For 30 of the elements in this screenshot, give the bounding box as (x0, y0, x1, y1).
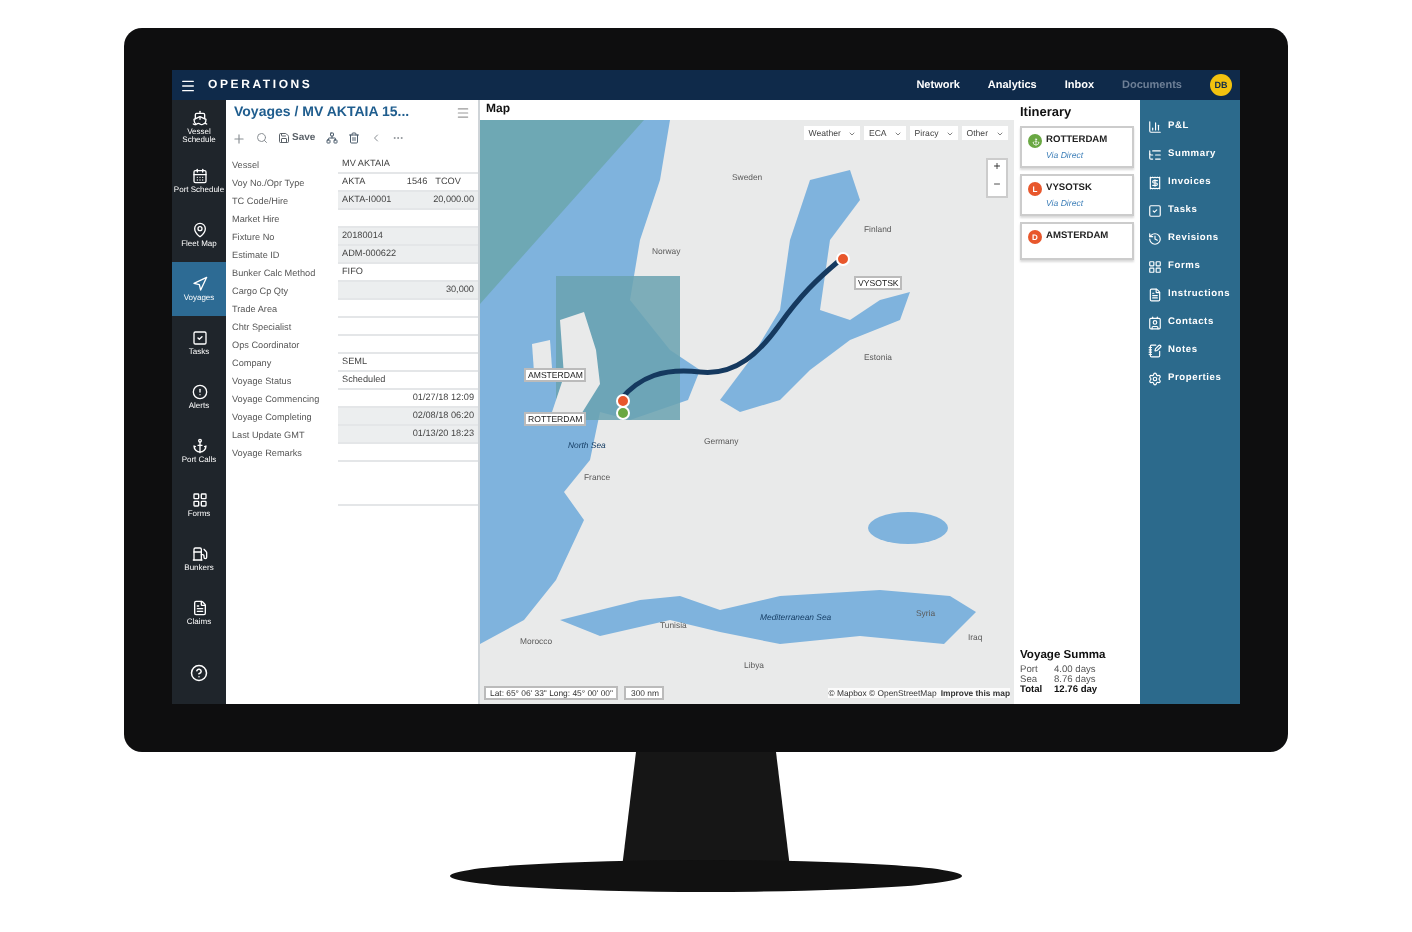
back-icon[interactable] (369, 132, 382, 144)
ship-icon (191, 109, 207, 126)
settings-icon (1148, 372, 1162, 386)
hierarchy-icon[interactable] (325, 132, 338, 144)
anchor-icon (191, 437, 207, 454)
note-icon (1148, 344, 1162, 358)
delete-icon[interactable] (347, 132, 360, 144)
bar-chart-icon (1148, 120, 1162, 134)
contact-card-icon (1148, 316, 1162, 330)
document-icon (1148, 288, 1162, 302)
alert-icon (191, 383, 207, 400)
receipt-icon (1148, 176, 1162, 190)
checkbox-icon (1148, 204, 1162, 218)
fuel-pump-icon (191, 545, 207, 562)
navigation-icon (191, 275, 207, 292)
history-icon (1148, 232, 1162, 246)
menu-icon[interactable] (180, 77, 196, 93)
help-icon[interactable] (190, 663, 208, 681)
document-icon (191, 599, 207, 616)
save-icon (278, 132, 290, 144)
port-marker[interactable] (836, 252, 850, 266)
add-icon[interactable] (232, 131, 246, 145)
search-icon[interactable] (256, 132, 268, 144)
list-tree-icon (1148, 148, 1162, 162)
grid-icon (1148, 260, 1162, 274)
map-pin-icon (191, 221, 207, 238)
checkbox-icon (191, 329, 207, 346)
port-marker[interactable] (616, 406, 630, 420)
grid-icon (191, 491, 207, 508)
calendar-icon (191, 167, 207, 184)
